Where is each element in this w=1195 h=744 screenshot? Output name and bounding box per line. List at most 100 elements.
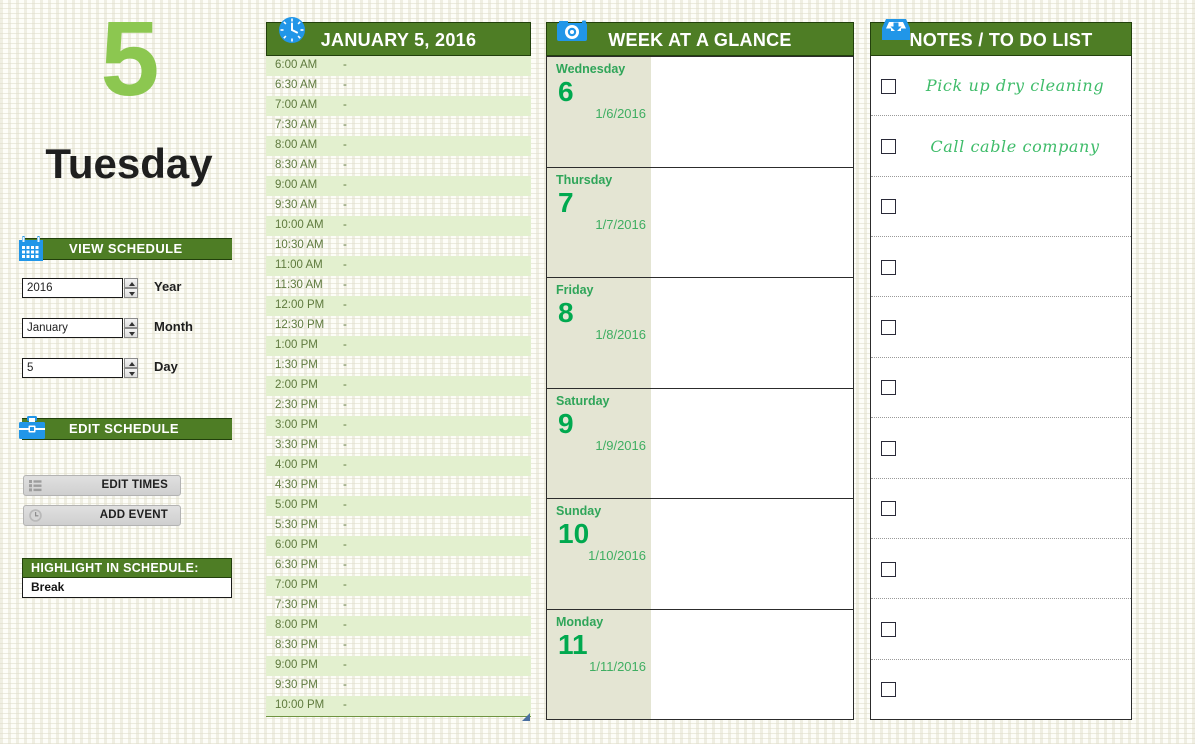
note-checkbox[interactable] xyxy=(881,501,896,517)
month-stepper-up[interactable] xyxy=(124,318,138,328)
slot-event[interactable]: - xyxy=(343,279,347,291)
note-checkbox[interactable] xyxy=(881,440,896,456)
day-stepper[interactable] xyxy=(124,358,138,378)
month-input[interactable]: January xyxy=(22,318,123,338)
year-stepper-down[interactable] xyxy=(124,288,138,298)
year-input[interactable]: 2016 xyxy=(22,278,123,298)
schedule-slot[interactable]: 9:00 AM - xyxy=(266,176,531,196)
slot-event[interactable]: - xyxy=(343,519,347,531)
year-stepper[interactable] xyxy=(124,278,138,298)
week-day-event-area[interactable] xyxy=(651,388,853,498)
slot-event[interactable]: - xyxy=(343,59,347,71)
slot-event[interactable]: - xyxy=(343,659,347,671)
note-checkbox[interactable] xyxy=(881,139,896,155)
slot-event[interactable]: - xyxy=(343,199,347,211)
schedule-slot[interactable]: 1:00 PM - xyxy=(266,336,531,356)
edit-schedule-bar[interactable]: EDIT SCHEDULE xyxy=(19,416,232,440)
slot-event[interactable]: - xyxy=(343,119,347,131)
schedule-slot[interactable]: 12:30 PM - xyxy=(266,316,531,336)
note-text[interactable]: Call cable company xyxy=(907,137,1123,156)
slot-event[interactable]: - xyxy=(343,599,347,611)
slot-event[interactable]: - xyxy=(343,419,347,431)
slot-event[interactable]: - xyxy=(343,479,347,491)
slot-event[interactable]: - xyxy=(343,319,347,331)
schedule-slot[interactable]: 10:00 AM - xyxy=(266,216,531,236)
slot-event[interactable]: - xyxy=(343,359,347,371)
highlight-value-input[interactable]: Break xyxy=(22,578,232,598)
week-day-event-area[interactable] xyxy=(651,609,853,719)
schedule-slot[interactable]: 7:30 AM - xyxy=(266,116,531,136)
slot-event[interactable]: - xyxy=(343,379,347,391)
year-stepper-up[interactable] xyxy=(124,278,138,288)
note-checkbox[interactable] xyxy=(881,621,896,637)
schedule-slot[interactable]: 9:30 PM - xyxy=(266,676,531,696)
schedule-slot[interactable]: 8:30 AM - xyxy=(266,156,531,176)
note-checkbox[interactable] xyxy=(881,259,896,275)
schedule-slot[interactable]: 10:30 AM - xyxy=(266,236,531,256)
schedule-slot[interactable]: 2:00 PM - xyxy=(266,376,531,396)
slot-event[interactable]: - xyxy=(343,459,347,471)
schedule-slot[interactable]: 2:30 PM - xyxy=(266,396,531,416)
schedule-slot[interactable]: 4:00 PM - xyxy=(266,456,531,476)
slot-event[interactable]: - xyxy=(343,679,347,691)
note-text[interactable]: Pick up dry cleaning xyxy=(907,76,1123,95)
schedule-slot[interactable]: 9:00 PM - xyxy=(266,656,531,676)
schedule-slot[interactable]: 8:30 PM - xyxy=(266,636,531,656)
month-stepper-down[interactable] xyxy=(124,328,138,338)
slot-event[interactable]: - xyxy=(343,339,347,351)
schedule-slot[interactable]: 3:30 PM - xyxy=(266,436,531,456)
slot-event[interactable]: - xyxy=(343,99,347,111)
note-checkbox[interactable] xyxy=(881,199,896,215)
schedule-slot[interactable]: 8:00 PM - xyxy=(266,616,531,636)
slot-event[interactable]: - xyxy=(343,179,347,191)
day-stepper-down[interactable] xyxy=(124,368,138,378)
day-stepper-up[interactable] xyxy=(124,358,138,368)
schedule-slot[interactable]: 1:30 PM - xyxy=(266,356,531,376)
slot-event[interactable]: - xyxy=(343,159,347,171)
edit-times-button[interactable]: EDIT TIMES xyxy=(23,475,181,496)
week-day-event-area[interactable] xyxy=(651,167,853,277)
slot-event[interactable]: - xyxy=(343,439,347,451)
schedule-slot[interactable]: 5:30 PM - xyxy=(266,516,531,536)
schedule-slot[interactable]: 7:30 PM - xyxy=(266,596,531,616)
slot-event[interactable]: - xyxy=(343,399,347,411)
slot-event[interactable]: - xyxy=(343,259,347,271)
slot-event[interactable]: - xyxy=(343,579,347,591)
schedule-slot[interactable]: 8:00 AM - xyxy=(266,136,531,156)
schedule-slot[interactable]: 3:00 PM - xyxy=(266,416,531,436)
add-event-button[interactable]: ADD EVENT xyxy=(23,505,181,526)
month-stepper[interactable] xyxy=(124,318,138,338)
slot-event[interactable]: - xyxy=(343,639,347,651)
slot-event[interactable]: - xyxy=(343,219,347,231)
schedule-slot[interactable]: 6:30 AM - xyxy=(266,76,531,96)
schedule-slot[interactable]: 11:00 AM - xyxy=(266,256,531,276)
schedule-slot[interactable]: 7:00 AM - xyxy=(266,96,531,116)
schedule-slot[interactable]: 4:30 PM - xyxy=(266,476,531,496)
schedule-slot[interactable]: 6:00 PM - xyxy=(266,536,531,556)
schedule-slot[interactable]: 12:00 PM - xyxy=(266,296,531,316)
week-day-event-area[interactable] xyxy=(651,278,853,388)
note-checkbox[interactable] xyxy=(881,682,896,698)
schedule-slot[interactable]: 6:30 PM - xyxy=(266,556,531,576)
slot-event[interactable]: - xyxy=(343,79,347,91)
slot-event[interactable]: - xyxy=(343,499,347,511)
week-day-event-area[interactable] xyxy=(651,499,853,609)
slot-event[interactable]: - xyxy=(343,619,347,631)
slot-event[interactable]: - xyxy=(343,699,347,711)
schedule-slot[interactable]: 6:00 AM - xyxy=(266,56,531,76)
slot-event[interactable]: - xyxy=(343,539,347,551)
slot-event[interactable]: - xyxy=(343,239,347,251)
slot-event[interactable]: - xyxy=(343,139,347,151)
week-day-event-area[interactable] xyxy=(651,57,853,167)
resize-grip[interactable] xyxy=(522,708,530,721)
view-schedule-bar[interactable]: VIEW SCHEDULE xyxy=(19,236,232,261)
schedule-slot[interactable]: 9:30 AM - xyxy=(266,196,531,216)
day-input[interactable]: 5 xyxy=(22,358,123,378)
schedule-slot[interactable]: 5:00 PM - xyxy=(266,496,531,516)
note-checkbox[interactable] xyxy=(881,380,896,396)
slot-event[interactable]: - xyxy=(343,559,347,571)
schedule-slot[interactable]: 11:30 AM - xyxy=(266,276,531,296)
note-checkbox[interactable] xyxy=(881,78,896,94)
schedule-slot[interactable]: 10:00 PM - xyxy=(266,696,531,716)
schedule-slot[interactable]: 7:00 PM - xyxy=(266,576,531,596)
